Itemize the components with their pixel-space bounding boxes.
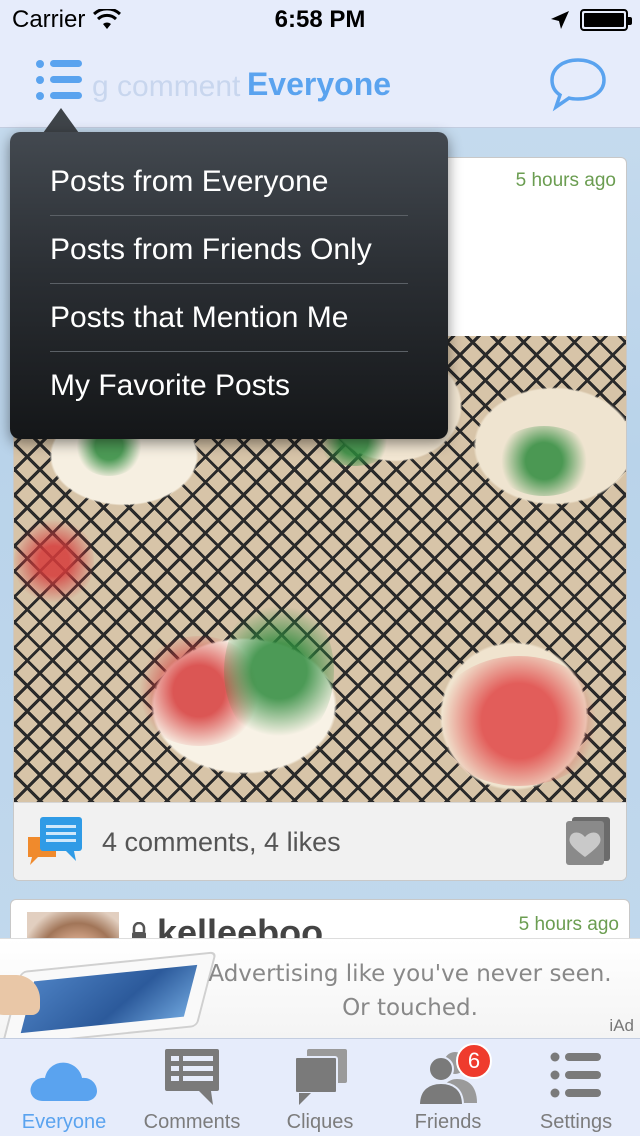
feed-filter-menu: Posts from Everyone Posts from Friends O… bbox=[10, 132, 448, 439]
post-footer: 4 comments, 4 likes bbox=[14, 802, 626, 880]
status-bar: Carrier 6:58 PM bbox=[0, 0, 640, 40]
tab-everyone[interactable]: Everyone bbox=[0, 1039, 128, 1136]
comments-icon[interactable] bbox=[26, 815, 84, 869]
tab-bar: Everyone Comments Cliques 6 Friends Sett… bbox=[0, 1038, 640, 1136]
chat-button[interactable] bbox=[548, 56, 608, 112]
status-left: Carrier bbox=[12, 6, 122, 34]
tab-label: Cliques bbox=[286, 1111, 354, 1133]
menu-item-posts-from-everyone[interactable]: Posts from Everyone bbox=[50, 148, 408, 216]
tab-label: Friends bbox=[414, 1111, 482, 1133]
carrier-label: Carrier bbox=[12, 6, 86, 33]
comments-likes-count[interactable]: 4 comments, 4 likes bbox=[102, 827, 341, 858]
like-icon[interactable] bbox=[558, 813, 614, 869]
ad-text: Advertising like you've never seen. Or t… bbox=[200, 957, 620, 1025]
battery-icon bbox=[580, 9, 632, 31]
ad-line-1: Advertising like you've never seen. bbox=[208, 961, 612, 987]
tab-cliques[interactable]: Cliques bbox=[256, 1039, 384, 1136]
location-arrow-icon bbox=[551, 11, 569, 29]
nav-bar: g comment Everyone bbox=[0, 40, 640, 128]
wifi-icon bbox=[93, 9, 122, 29]
tab-friends[interactable]: 6 Friends bbox=[384, 1039, 512, 1136]
cliques-icon bbox=[294, 1049, 347, 1105]
list-icon bbox=[550, 1052, 601, 1098]
tab-label: Everyone bbox=[21, 1111, 107, 1133]
nav-title-text: Everyone bbox=[246, 66, 392, 102]
status-right bbox=[550, 9, 632, 31]
ad-line-2: Or touched. bbox=[342, 995, 478, 1021]
menu-item-posts-mention-me[interactable]: Posts that Mention Me bbox=[50, 284, 408, 352]
tab-settings[interactable]: Settings bbox=[512, 1039, 640, 1136]
menu-item-posts-from-friends[interactable]: Posts from Friends Only bbox=[50, 216, 408, 284]
nav-title: Everyone bbox=[0, 66, 640, 103]
iad-label: iAd bbox=[609, 1016, 634, 1035]
post-time: 5 hours ago bbox=[518, 914, 619, 935]
iad-banner[interactable]: Advertising like you've never seen. Or t… bbox=[0, 938, 640, 1038]
comments-icon bbox=[165, 1049, 219, 1105]
tab-label: Settings bbox=[539, 1111, 613, 1133]
speech-bubble-icon bbox=[550, 58, 606, 112]
cloud-icon bbox=[30, 1062, 97, 1101]
tab-comments[interactable]: Comments bbox=[128, 1039, 256, 1136]
tab-label: Comments bbox=[143, 1111, 241, 1133]
popover-arrow bbox=[43, 108, 79, 133]
menu-item-favorite-posts[interactable]: My Favorite Posts bbox=[50, 352, 408, 420]
post-time: 5 hours ago bbox=[515, 170, 616, 191]
friends-badge: 6 bbox=[456, 1043, 492, 1079]
